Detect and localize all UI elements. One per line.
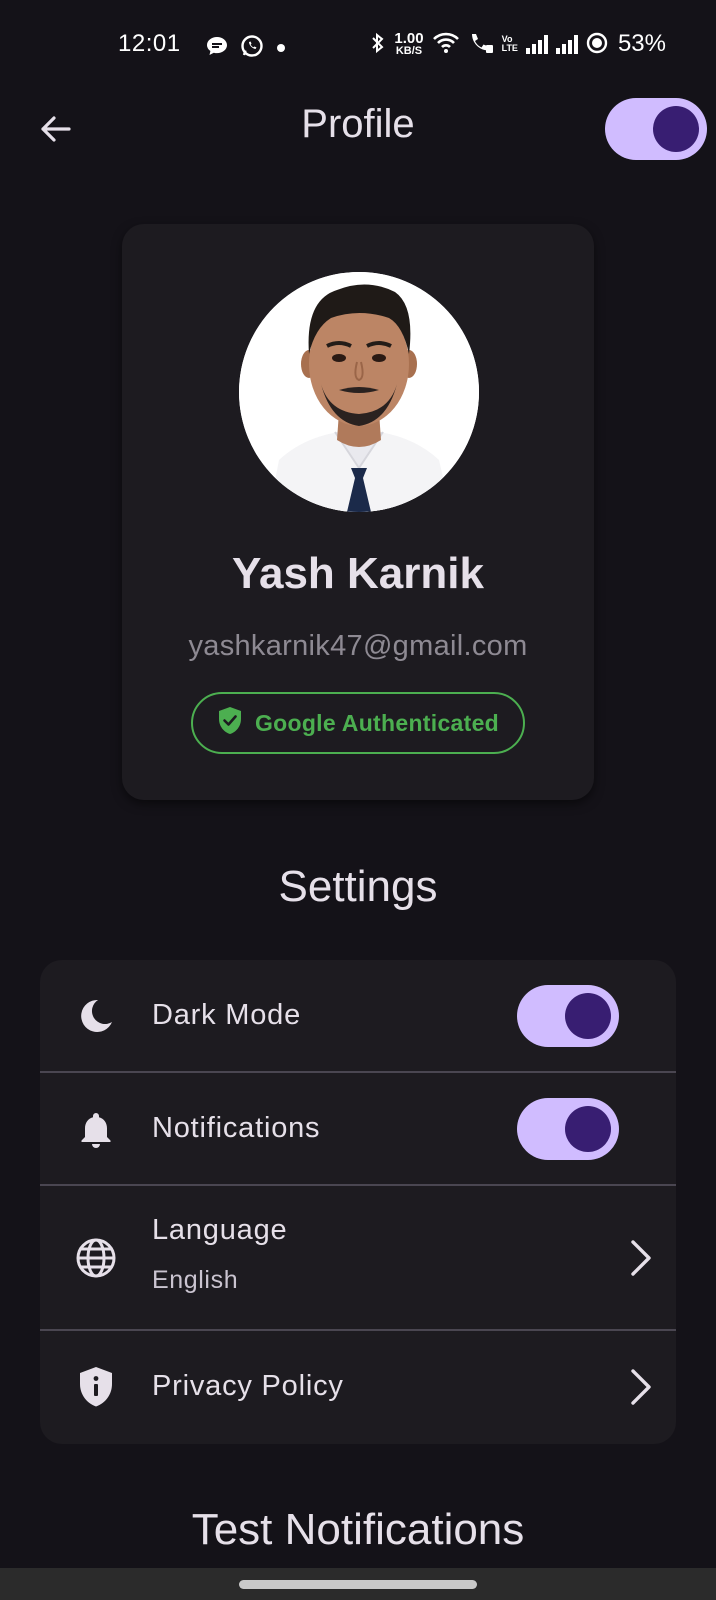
profile-name: Yash Karnik bbox=[232, 549, 484, 598]
signal-strength-icon-1 bbox=[525, 34, 548, 54]
setting-dark-mode[interactable]: Dark Mode bbox=[40, 960, 676, 1072]
switch-thumb bbox=[565, 1106, 611, 1152]
wifi-icon bbox=[432, 32, 460, 57]
switch-thumb bbox=[565, 993, 611, 1039]
switch-thumb bbox=[653, 106, 699, 152]
chevron-right-icon bbox=[626, 1367, 656, 1407]
volte-indicator: Vo LTE bbox=[502, 35, 518, 53]
setting-notifications[interactable]: Notifications bbox=[40, 1073, 676, 1185]
notifications-switch[interactable] bbox=[517, 1098, 619, 1160]
theme-toggle-switch[interactable] bbox=[605, 98, 707, 160]
globe-icon bbox=[74, 1236, 118, 1280]
battery-percent: 53% bbox=[617, 30, 666, 57]
chevron-right-icon bbox=[626, 1238, 656, 1278]
bell-icon bbox=[74, 1107, 118, 1151]
setting-label: Language bbox=[152, 1214, 288, 1246]
signal-strength-icon-2 bbox=[555, 34, 578, 54]
setting-label: Privacy Policy bbox=[152, 1370, 344, 1402]
dot-icon bbox=[276, 40, 286, 58]
profile-card: Yash Karnik yashkarnik47@gmail.com Googl… bbox=[122, 224, 594, 800]
settings-heading: Settings bbox=[278, 862, 438, 911]
whatsapp-icon bbox=[240, 34, 264, 63]
network-speed-unit: KB/S bbox=[395, 45, 423, 57]
test-notifications-heading: Test Notifications bbox=[191, 1505, 525, 1554]
moon-icon bbox=[74, 994, 118, 1038]
setting-sublabel: English bbox=[152, 1266, 239, 1294]
system-icons: 1.00 KB/S Vo LTE 53% bbox=[370, 30, 666, 58]
volte-bottom: LTE bbox=[501, 43, 518, 53]
wifi-calling-icon bbox=[468, 31, 494, 58]
network-speed-value: 1.00 bbox=[394, 30, 424, 47]
bluetooth-icon bbox=[370, 31, 386, 58]
notification-icons bbox=[206, 34, 286, 63]
system-navigation-bar bbox=[0, 1568, 716, 1600]
status-time: 12:01 bbox=[118, 30, 181, 57]
setting-label: Notifications bbox=[152, 1112, 321, 1144]
profile-screen: 12:01 1.00 KB/S Vo LTE 53% Profile Yash … bbox=[0, 0, 716, 1600]
settings-card: Dark Mode Notifications Language English bbox=[40, 960, 676, 1444]
battery-saver-icon bbox=[586, 32, 608, 57]
verified-shield-icon bbox=[217, 706, 243, 741]
privacy-shield-icon bbox=[74, 1365, 118, 1409]
profile-email: yashkarnik47@gmail.com bbox=[188, 630, 528, 662]
app-bar: Profile bbox=[0, 90, 716, 170]
network-speed: 1.00 KB/S bbox=[394, 30, 424, 57]
setting-privacy-policy[interactable]: Privacy Policy bbox=[40, 1331, 676, 1444]
badge-label: Google Authenticated bbox=[254, 709, 500, 736]
status-bar: 12:01 1.00 KB/S Vo LTE 53% bbox=[0, 0, 716, 90]
setting-language[interactable]: Language English bbox=[40, 1186, 676, 1330]
gesture-handle[interactable] bbox=[239, 1580, 477, 1589]
profile-photo bbox=[239, 272, 479, 512]
dark-mode-switch[interactable] bbox=[517, 985, 619, 1047]
setting-label: Dark Mode bbox=[152, 999, 302, 1031]
chat-bubble-icon bbox=[206, 36, 228, 61]
google-authenticated-badge: Google Authenticated bbox=[191, 692, 525, 754]
avatar[interactable] bbox=[239, 272, 479, 512]
